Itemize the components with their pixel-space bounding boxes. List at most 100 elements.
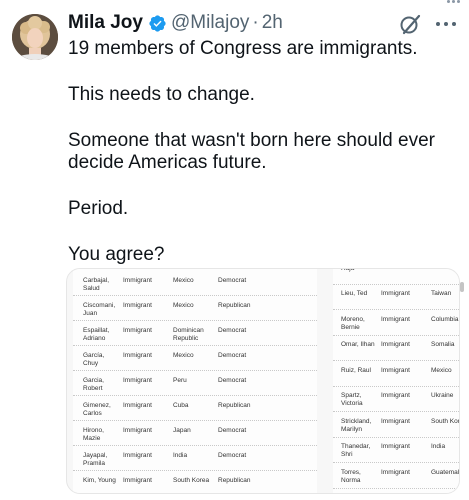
top-overflow-dots — [447, 0, 461, 4]
table-cell-country: Japan — [173, 426, 191, 434]
table-cell-country: South Korea — [431, 417, 460, 425]
author-name[interactable]: Mila Joy — [68, 12, 143, 34]
avatar[interactable] — [12, 14, 58, 60]
table-cell-name: Cisco­mani, Juan — [83, 301, 116, 317]
table-cell-status: Immigrant — [381, 290, 410, 298]
table-cell-name: Garcia, Robert — [83, 376, 104, 392]
tweet-header: Mila Joy @Milajoy · 2h — [68, 11, 283, 35]
table-row: Omar, IlhanImmigrantSomaliaDemocrat — [333, 336, 459, 361]
table-row: Ruiz, RaulImmigrantMexicoDemocrat — [333, 361, 459, 387]
table-cell-name: Jayapal, Pramila — [83, 451, 108, 467]
table-cell-party: Democrat — [218, 276, 247, 284]
table-cell-party: Democrat — [218, 376, 247, 384]
table-cell-country: Dominican Republic — [173, 326, 204, 342]
table-cell-party: Democrat — [218, 351, 247, 359]
table-cell-country: Columbia — [431, 315, 459, 323]
table-row: Hirono, Mazie Immigrant Japan Democrat — [73, 421, 317, 446]
tweet-line: Someone that wasn't born here should eve… — [68, 130, 435, 173]
table-cell-party: Democrat — [218, 426, 247, 434]
tweet-line: You agree? — [68, 244, 165, 265]
table-row: Cisco­mani, Juan Immigrant Mexico Republica… — [73, 296, 317, 321]
scrollbar[interactable] — [460, 282, 464, 292]
table-cell-name: Omar, Ilhan — [341, 341, 375, 349]
table-row: Lieu, TedImmigrantTaiwanDemocrat — [333, 285, 459, 310]
table-cell-party: Democrat — [218, 451, 247, 459]
table-row: Torres, NormaImmigrantGuatemalaDemocrat — [333, 463, 460, 489]
table-cell-status: Immigrant — [123, 426, 152, 434]
table-cell-name: Espaillat, Adriano — [83, 326, 110, 342]
table-cell-country: Mexico — [173, 301, 194, 309]
table-image-right: RajatLieu, TedImmigrantTaiwanDemocratMor… — [333, 268, 460, 493]
table-cell-status: Immigrant — [381, 468, 410, 476]
table-image-left: Carbajal, Salud Immigrant Mexico Democrat Ci… — [73, 269, 317, 493]
tweet-line: 19 members of Congress are immigrants. — [68, 38, 418, 59]
table-cell-name: Kim, Young — [83, 476, 116, 484]
verified-badge-icon — [149, 14, 166, 32]
table-row: Strickland, MarilynImmigrantSouth KoreaD… — [333, 412, 460, 438]
table-row: Spartz, VictoriaImmigrantUkraineRepublic… — [333, 387, 459, 412]
table-cell-country: Peru — [173, 376, 187, 384]
separator-dot: · — [252, 12, 259, 33]
table-cell-country: Guatemala — [431, 468, 460, 476]
table-cell-party: Republican — [218, 401, 251, 409]
table-row: Carbajal, Salud Immigrant Mexico Democrat — [73, 271, 317, 296]
table-cell-country: Ukraine — [431, 392, 454, 400]
table-cell-name: Strickland, Marilyn — [341, 417, 372, 433]
table-cell-country: South Korea — [173, 476, 210, 484]
table-cell-status: Immigrant — [123, 476, 152, 484]
table-cell-name: Ruiz, Raul — [341, 366, 371, 374]
tweet-line: This needs to change. — [68, 84, 255, 105]
table-cell-status: Immigrant — [381, 341, 410, 349]
table-cell-country: Taiwan — [431, 290, 452, 298]
table-row: Gimenez, Carlos Immigrant Cuba Republican — [73, 396, 317, 421]
table-cell-name: Raja — [341, 268, 355, 272]
table-cell-country: Somalia — [431, 341, 455, 349]
table-cell-status: Immigrant — [123, 301, 152, 309]
table-cell-name: Thanedar, Shri — [341, 443, 371, 459]
tweet-text: 19 members of Congress are immigrants. T… — [68, 38, 458, 266]
table-row: Thanedar, ShriImmigrantIndiaDemocrat — [333, 438, 459, 463]
table-row: Espaillat, Adriano Immigrant Dominican Rep… — [73, 321, 317, 346]
tweet-media[interactable]: Carbajal, Salud Immigrant Mexico Democrat Ci… — [66, 268, 460, 494]
table-cell-name: Torres, Norma — [341, 468, 361, 484]
table-cell-party: Republican — [218, 301, 251, 309]
table-cell-country: Mexico — [173, 276, 194, 284]
table-cell-status: Immigrant — [123, 401, 152, 409]
table-cell-country: Mexico — [431, 366, 452, 374]
table-cell-name: García, Chuy — [83, 351, 105, 367]
table-cell-status: Immigrant — [123, 276, 152, 284]
table-cell-country: Cuba — [173, 401, 189, 409]
table-row: García, Chuy Immigrant Mexico Democrat — [73, 346, 317, 371]
avatar-image — [12, 14, 58, 60]
table-row: Jayapal, Pramila Immigrant India Democrat — [73, 446, 317, 471]
table-row: Moreno, BernieImmigrantColumbiaRepublica… — [333, 310, 459, 336]
table-cell-status: Immigrant — [381, 315, 410, 323]
table-cell-party: Democrat — [218, 326, 247, 334]
table-cell-party: Republican — [218, 476, 251, 484]
table-cell-name: Hirono, Mazie — [83, 426, 104, 442]
table-cell-status: Immigrant — [381, 392, 410, 400]
author-handle[interactable]: @Milajoy — [171, 12, 249, 34]
table-cell-name: Carbajal, Salud — [83, 276, 110, 292]
tweet-line: Period. — [68, 198, 129, 219]
table-cell-status: Immigrant — [123, 351, 152, 359]
table-cell-status: Immigrant — [123, 451, 152, 459]
table-cell-status: Immigrant — [123, 376, 152, 384]
table-row: Rajat — [333, 268, 459, 285]
table-cell-name: Lieu, Ted — [341, 290, 368, 298]
table-cell-status: Immigrant — [123, 326, 152, 334]
timestamp[interactable]: 2h — [262, 12, 283, 34]
grok-icon[interactable] — [398, 11, 424, 37]
table-cell-name: Moreno, Bernie — [341, 315, 365, 331]
table-cell-status: Immigrant — [381, 443, 410, 451]
more-icon[interactable] — [436, 21, 458, 27]
table-cell-name: Spartz, Victoria — [341, 392, 363, 408]
table-cell-country: Mexico — [173, 351, 194, 359]
table-row: Garcia, Robert Immigrant Peru Democrat — [73, 371, 317, 396]
table-cell-status: Immigrant — [381, 366, 410, 374]
table-cell-country: India — [431, 443, 446, 451]
table-cell-name: Gimenez, Carlos — [83, 401, 111, 417]
table-cell-status: Immigrant — [381, 417, 410, 425]
table-cell-country: India — [173, 451, 188, 459]
table-row: Kim, Young Immigrant South Korea Republican — [73, 471, 317, 493]
